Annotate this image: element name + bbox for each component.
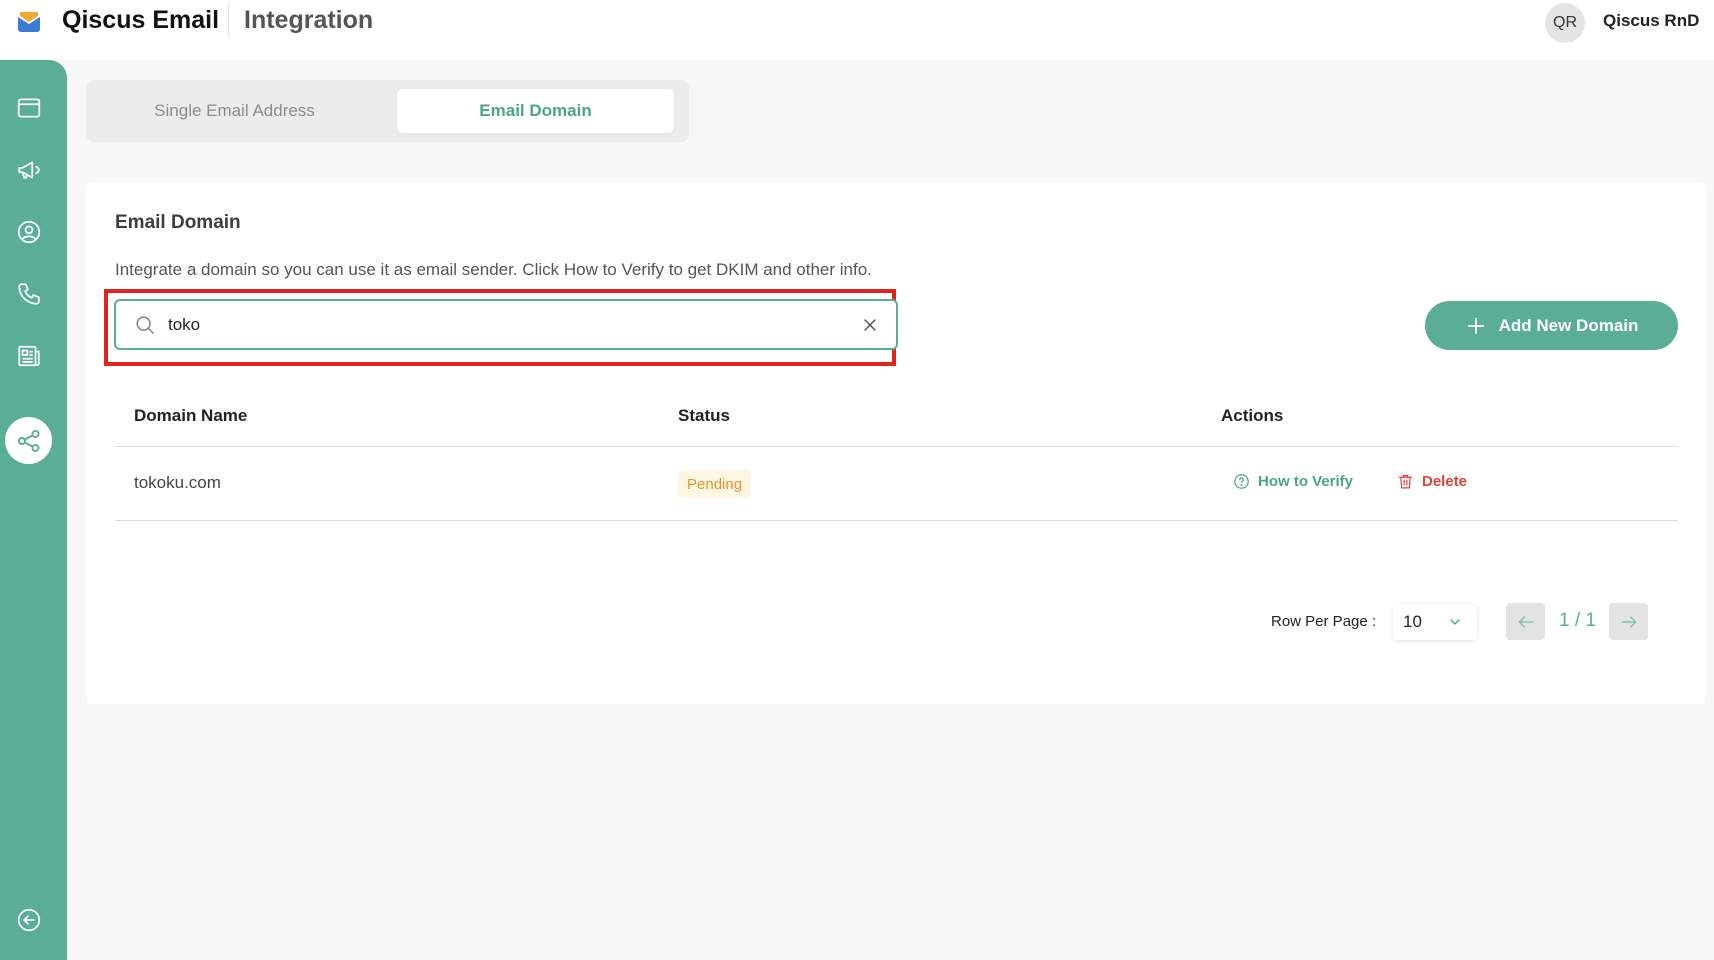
rows-per-page-select[interactable]: 10 [1393, 604, 1477, 640]
column-header-status: Status [678, 406, 730, 425]
chevron-down-icon [1450, 619, 1460, 625]
sidebar [0, 60, 67, 960]
arrow-left-circle-icon [17, 908, 41, 932]
envelope-logo-icon [18, 12, 40, 32]
previous-page-button[interactable] [1506, 603, 1545, 640]
sidebar-item-reports[interactable] [12, 339, 46, 373]
top-bar: Qiscus Email Integration QR Qiscus RnD [0, 0, 1714, 60]
user-circle-icon [17, 220, 41, 244]
trash-icon [1398, 474, 1413, 489]
how-to-verify-button[interactable]: How to Verify [1233, 473, 1353, 490]
sidebar-collapse-button[interactable] [12, 903, 46, 937]
how-to-verify-label: How to Verify [1258, 473, 1354, 490]
avatar[interactable]: QR [1545, 3, 1585, 43]
delete-button[interactable]: Delete [1397, 473, 1467, 490]
tab-single-email-address[interactable]: Single Email Address [96, 89, 373, 133]
sidebar-item-integration[interactable] [5, 417, 52, 464]
sidebar-item-contacts[interactable] [12, 215, 46, 249]
add-new-domain-button[interactable]: Add New Domain [1425, 301, 1678, 350]
megaphone-icon [18, 161, 40, 179]
column-header-actions: Actions [1221, 406, 1284, 425]
tab-email-domain[interactable]: Email Domain [397, 89, 674, 133]
delete-label: Delete [1422, 473, 1468, 490]
close-icon[interactable] [860, 315, 880, 335]
sidebar-item-campaign[interactable] [12, 153, 46, 187]
search-box [114, 299, 898, 350]
status-badge: Pending [678, 470, 752, 498]
sidebar-item-dashboard[interactable] [12, 91, 46, 125]
window-icon [17, 98, 41, 118]
arrow-right-icon [1621, 615, 1636, 628]
app-name: Qiscus Email [62, 6, 220, 34]
plus-icon [1467, 317, 1484, 334]
search-input[interactable] [168, 311, 808, 339]
column-header-domain-name: Domain Name [134, 406, 248, 425]
rows-per-page-value: 10 [1403, 612, 1422, 631]
sidebar-item-calls[interactable] [12, 277, 46, 311]
card-description: Integrate a domain so you can use it as … [115, 260, 872, 279]
table-header-divider [115, 446, 1678, 447]
share-nodes-icon [17, 429, 40, 452]
user-name[interactable]: Qiscus RnD [1603, 11, 1699, 31]
page-info: 1 / 1 [1559, 610, 1596, 631]
search-icon [136, 316, 155, 335]
integration-tabs: Single Email Address Email Domain [86, 80, 689, 142]
page-title: Integration [244, 6, 374, 34]
add-new-domain-label: Add New Domain [1498, 315, 1639, 335]
arrow-left-icon [1518, 615, 1533, 628]
domain-name-cell: tokoku.com [134, 473, 221, 492]
title-divider [228, 4, 229, 36]
table-row-divider [115, 520, 1678, 521]
phone-icon [18, 283, 40, 305]
rows-per-page-label: Row Per Page : [1271, 613, 1377, 630]
next-page-button[interactable] [1609, 603, 1648, 640]
question-circle-icon [1234, 474, 1249, 489]
card-title: Email Domain [115, 212, 241, 233]
newspaper-icon [18, 345, 40, 367]
email-domain-card: Email Domain Integrate a domain so you c… [86, 182, 1706, 704]
